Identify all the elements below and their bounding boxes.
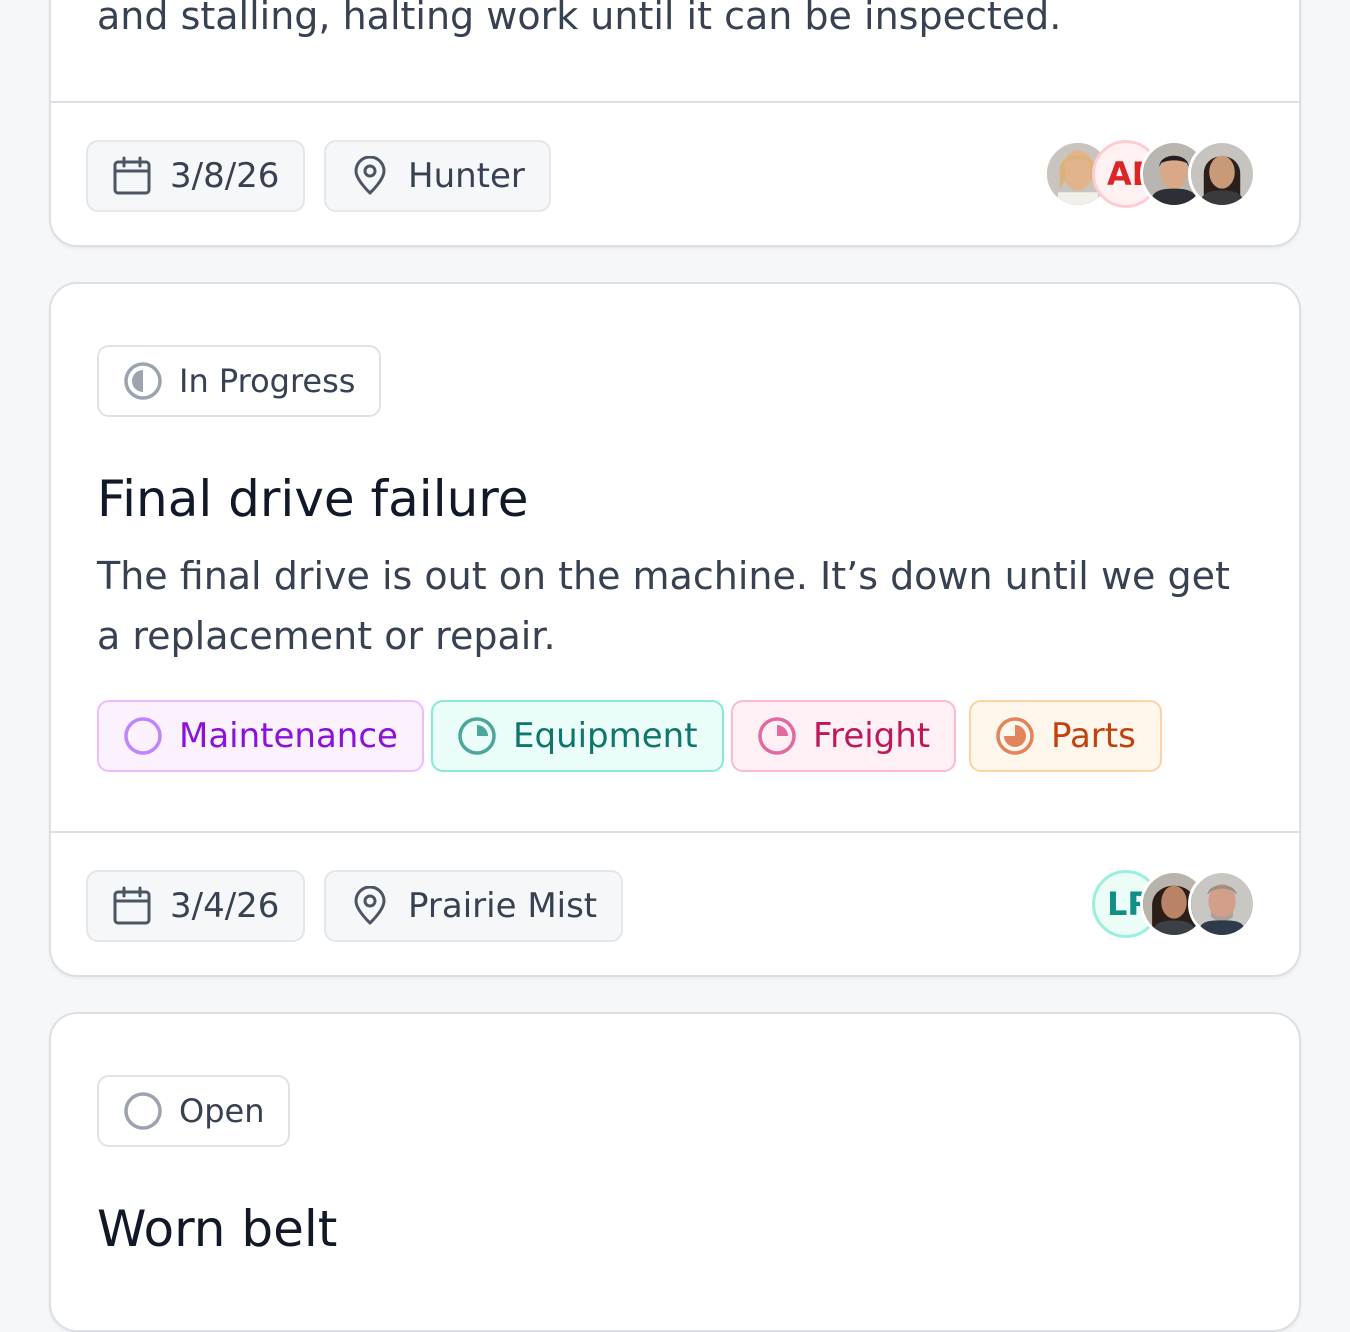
location-chip[interactable]: Prairie Mist <box>324 870 624 942</box>
location-label: Hunter <box>408 156 525 196</box>
issue-title[interactable]: Final drive failure <box>97 470 529 528</box>
date-label: 3/8/26 <box>170 156 280 196</box>
status-label: Open <box>179 1092 265 1130</box>
issue-card[interactable]: In Progress Final drive failure The fina… <box>49 282 1301 977</box>
status-badge[interactable]: In Progress <box>97 345 382 417</box>
calendar-icon <box>113 886 151 925</box>
date-label: 3/4/26 <box>170 886 280 926</box>
circle-empty-icon <box>124 1092 162 1130</box>
map-pin-icon <box>354 156 386 195</box>
issue-card[interactable]: and stalling, halting work until it can … <box>49 0 1301 247</box>
avatar[interactable] <box>1188 870 1256 938</box>
issue-title[interactable]: Worn belt <box>97 1200 337 1258</box>
half-circle-icon <box>124 362 162 400</box>
date-chip[interactable]: 3/8/26 <box>86 140 306 212</box>
circle-quarter-icon <box>458 717 496 755</box>
tag-freight[interactable]: Freight <box>731 700 957 772</box>
circle-three-quarter-icon <box>996 717 1034 755</box>
card-footer: 3/4/26 Prairie Mist LR <box>51 831 1299 975</box>
location-chip[interactable]: Hunter <box>324 140 551 212</box>
issue-description: and stalling, halting work until it can … <box>97 0 1062 38</box>
avatar-photo <box>1191 143 1253 205</box>
assignee-avatars[interactable]: LR <box>1044 870 1264 940</box>
status-label: In Progress <box>179 362 356 400</box>
tag-label: Equipment <box>513 716 698 756</box>
circle-empty-icon <box>124 717 162 755</box>
issue-description: The final drive is out on the machine. I… <box>97 554 1230 658</box>
tag-label: Maintenance <box>179 716 398 756</box>
location-label: Prairie Mist <box>408 886 598 926</box>
map-pin-icon <box>354 886 386 925</box>
status-badge[interactable]: Open <box>97 1075 291 1147</box>
tag-label: Freight <box>813 716 931 756</box>
tag-label: Parts <box>1051 716 1136 756</box>
card-footer: 3/8/26 Hunter AE <box>51 101 1299 245</box>
avatar-photo <box>1191 873 1253 935</box>
tag-maintenance[interactable]: Maintenance <box>97 700 424 772</box>
date-chip[interactable]: 3/4/26 <box>86 870 306 942</box>
calendar-icon <box>113 156 151 195</box>
tag-parts[interactable]: Parts <box>969 700 1162 772</box>
tag-equipment[interactable]: Equipment <box>431 700 724 772</box>
circle-quarter-icon <box>758 717 796 755</box>
avatar[interactable] <box>1188 140 1256 208</box>
assignee-avatars[interactable]: AE <box>1044 140 1264 210</box>
issue-card[interactable]: Open Worn belt <box>49 1012 1301 1332</box>
